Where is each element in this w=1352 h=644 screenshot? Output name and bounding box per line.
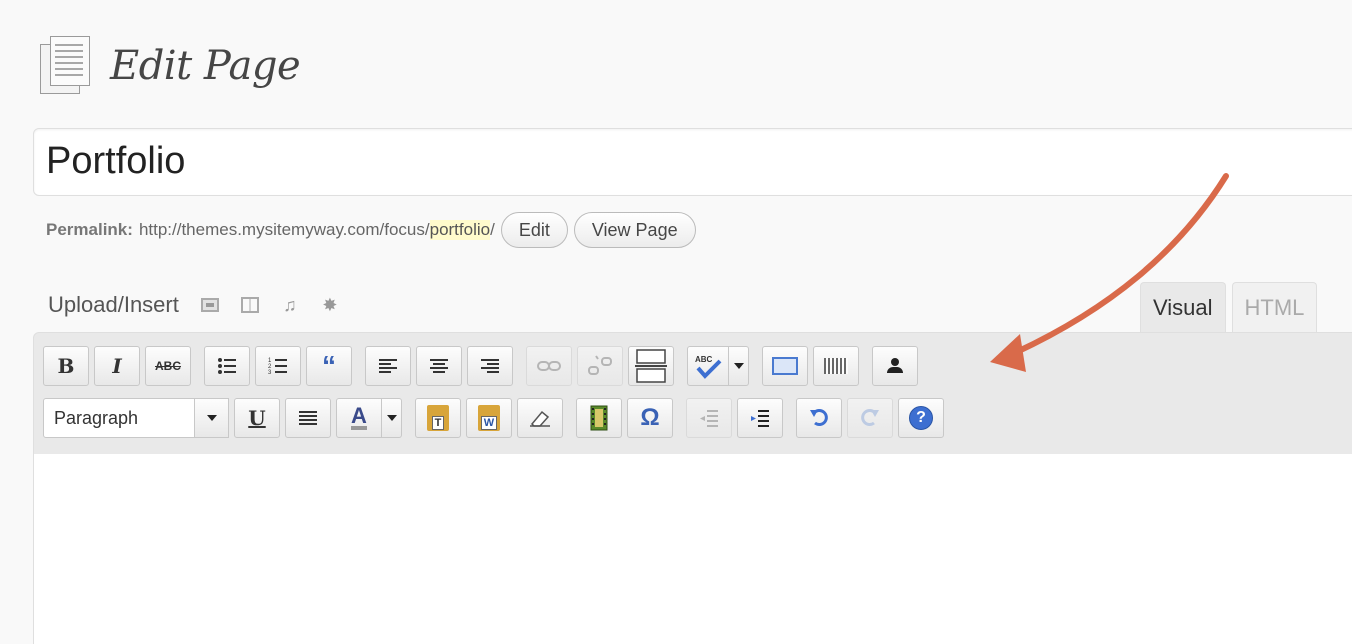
align-center-icon xyxy=(430,357,448,375)
align-left-button[interactable] xyxy=(365,346,411,386)
spellcheck-language-dropdown[interactable] xyxy=(729,346,749,386)
text-color-icon: A xyxy=(351,403,367,430)
align-right-button[interactable] xyxy=(467,346,513,386)
editor-content-area[interactable] xyxy=(33,454,1352,644)
paste-word-button[interactable]: W xyxy=(466,398,512,438)
bullet-list-icon xyxy=(218,358,236,374)
fullscreen-button[interactable] xyxy=(762,346,808,386)
toolbar-row-1: B I ABC 123 “ ABC xyxy=(43,346,923,386)
underline-icon: U xyxy=(248,406,266,430)
svg-text:3: 3 xyxy=(268,370,272,375)
kitchen-sink-button[interactable] xyxy=(813,346,859,386)
align-center-button[interactable] xyxy=(416,346,462,386)
indent-button[interactable] xyxy=(737,398,783,438)
justify-button[interactable] xyxy=(285,398,331,438)
toolbar-row-2: Paragraph U A T W Ω ? xyxy=(43,398,949,438)
upload-insert-label: Upload/Insert xyxy=(48,292,179,317)
italic-button[interactable]: I xyxy=(94,346,140,386)
paste-text-button[interactable]: T xyxy=(415,398,461,438)
text-color-dropdown[interactable] xyxy=(382,398,402,438)
link-icon xyxy=(537,361,561,371)
svg-text:ABC: ABC xyxy=(695,355,713,364)
add-image-icon[interactable] xyxy=(200,296,219,314)
person-icon xyxy=(886,358,904,374)
strikethrough-button[interactable]: ABC xyxy=(145,346,191,386)
editor-tabs: Visual HTML xyxy=(1140,282,1323,332)
page-title: Edit Page xyxy=(110,43,301,89)
tab-html[interactable]: HTML xyxy=(1231,282,1318,332)
permalink-row: Permalink: http://themes.mysitemyway.com… xyxy=(46,212,696,248)
fullscreen-icon xyxy=(772,357,798,375)
numbered-list-icon: 123 xyxy=(268,358,287,375)
spellcheck-button[interactable]: ABC xyxy=(687,346,729,386)
title-input[interactable] xyxy=(46,138,1246,184)
blockquote-button[interactable]: “ xyxy=(306,346,352,386)
redo-button[interactable] xyxy=(847,398,893,438)
indent-icon xyxy=(751,410,769,427)
kitchen-sink-icon xyxy=(824,358,848,374)
outdent-icon xyxy=(700,410,718,427)
outdent-button[interactable] xyxy=(686,398,732,438)
pages-icon xyxy=(38,36,94,96)
special-character-button[interactable]: Ω xyxy=(627,398,673,438)
align-right-icon xyxy=(481,357,499,375)
permalink-slug[interactable]: portfolio xyxy=(429,220,491,240)
strikethrough-icon: ABC xyxy=(155,359,181,373)
omega-icon: Ω xyxy=(640,404,660,431)
custom-shortcode-button[interactable] xyxy=(872,346,918,386)
tab-visual[interactable]: Visual xyxy=(1140,282,1226,332)
format-select-dropdown[interactable] xyxy=(195,398,229,438)
help-button[interactable]: ? xyxy=(898,398,944,438)
view-page-button[interactable]: View Page xyxy=(573,212,696,248)
remove-format-button[interactable] xyxy=(517,398,563,438)
edit-permalink-button[interactable]: Edit xyxy=(500,212,568,248)
text-color-button[interactable]: A xyxy=(336,398,382,438)
paste-word-icon: W xyxy=(478,405,500,431)
help-icon: ? xyxy=(909,406,933,430)
insert-link-button[interactable] xyxy=(526,346,572,386)
permalink-trailing-slash: / xyxy=(490,220,495,239)
title-field-container xyxy=(33,128,1352,196)
underline-button[interactable]: U xyxy=(234,398,280,438)
redo-icon xyxy=(861,409,879,426)
undo-button[interactable] xyxy=(796,398,842,438)
film-icon xyxy=(590,405,608,431)
format-select[interactable]: Paragraph xyxy=(43,398,195,438)
more-tag-icon xyxy=(635,349,667,383)
insert-media-button[interactable] xyxy=(576,398,622,438)
numbered-list-button[interactable]: 123 xyxy=(255,346,301,386)
undo-icon xyxy=(810,409,828,426)
bold-button[interactable]: B xyxy=(43,346,89,386)
editor-toolbar: B I ABC 123 “ ABC Paragraph U A T W Ω ? xyxy=(33,332,1352,455)
add-media-icon[interactable]: ✸ xyxy=(321,295,339,315)
page-header: Edit Page xyxy=(38,36,301,96)
blockquote-icon: “ xyxy=(322,350,336,381)
unlink-icon xyxy=(588,355,612,375)
italic-icon: I xyxy=(112,354,122,378)
spellcheck-icon: ABC xyxy=(695,355,722,379)
align-left-icon xyxy=(379,357,397,375)
bold-icon: B xyxy=(57,354,75,378)
add-audio-icon[interactable]: ♫ xyxy=(281,295,299,315)
unlink-button[interactable] xyxy=(577,346,623,386)
justify-icon xyxy=(299,409,317,427)
eraser-icon xyxy=(530,410,550,427)
upload-insert-bar: Upload/Insert ♫ ✸ xyxy=(48,292,361,318)
permalink-base-url: http://themes.mysitemyway.com/focus/ xyxy=(138,220,430,239)
add-gallery-icon[interactable] xyxy=(240,296,259,314)
paste-text-icon: T xyxy=(427,405,449,431)
permalink-label: Permalink: xyxy=(46,220,133,239)
bullet-list-button[interactable] xyxy=(204,346,250,386)
insert-more-button[interactable] xyxy=(628,346,674,386)
